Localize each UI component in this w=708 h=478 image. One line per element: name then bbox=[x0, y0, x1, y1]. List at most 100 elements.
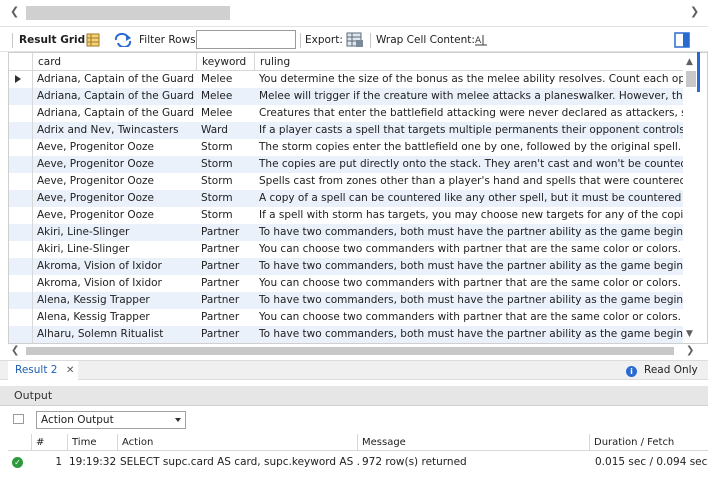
scrollbar-thumb[interactable] bbox=[686, 71, 696, 87]
cell-card[interactable]: Adriana, Captain of the Guard bbox=[33, 88, 197, 105]
cell-card[interactable]: Akiri, Line-Slinger bbox=[33, 241, 197, 258]
cell-card[interactable]: Akroma, Vision of Ixidor bbox=[33, 258, 197, 275]
cell-ruling[interactable]: The storm copies enter the battlefield o… bbox=[255, 139, 683, 156]
row-selector[interactable] bbox=[9, 292, 33, 309]
table-row[interactable]: Akroma, Vision of Ixidor Partner To have t… bbox=[9, 258, 683, 275]
table-row[interactable]: Akiri, Line-Slinger Partner To have two co… bbox=[9, 224, 683, 241]
cell-keyword[interactable]: Storm bbox=[197, 173, 255, 190]
chevron-down-icon[interactable] bbox=[175, 418, 181, 422]
cell-card[interactable]: Alharu, Solemn Ritualist bbox=[33, 326, 197, 343]
scrollbar-thumb[interactable] bbox=[26, 347, 674, 355]
row-selector[interactable] bbox=[9, 88, 33, 105]
cell-keyword[interactable]: Storm bbox=[197, 207, 255, 224]
row-selector[interactable] bbox=[9, 190, 33, 207]
tab-result-2[interactable]: Result 2 ✕ bbox=[8, 361, 78, 380]
table-row[interactable]: Akiri, Line-Slinger Partner You can choose… bbox=[9, 241, 683, 258]
cell-ruling[interactable]: You can choose two commanders with partn… bbox=[255, 309, 683, 326]
cell-ruling[interactable]: To have two commanders, both must have t… bbox=[255, 326, 683, 343]
output-column-action[interactable]: Action bbox=[118, 434, 358, 451]
cell-keyword[interactable]: Storm bbox=[197, 139, 255, 156]
output-row[interactable]: ✓ 1 19:19:32 SELECT supc.card AS card, s… bbox=[8, 452, 708, 472]
scroll-left-icon[interactable]: ❮ bbox=[11, 345, 19, 356]
cell-card[interactable]: Adriana, Captain of the Guard bbox=[33, 105, 197, 122]
toggle-panel-icon[interactable] bbox=[674, 27, 690, 53]
table-row[interactable]: Adriana, Captain of the Guard Melee Melee … bbox=[9, 88, 683, 105]
output-column-message[interactable]: Message bbox=[358, 434, 590, 451]
filter-rows-input[interactable] bbox=[196, 30, 296, 49]
row-selector[interactable] bbox=[9, 309, 33, 326]
cell-keyword[interactable]: Melee bbox=[197, 71, 255, 88]
table-row[interactable]: Aeve, Progenitor Ooze Storm The storm copi… bbox=[9, 139, 683, 156]
cell-ruling[interactable]: Melee will trigger if the creature with … bbox=[255, 88, 683, 105]
row-selector[interactable] bbox=[9, 258, 33, 275]
cell-ruling[interactable]: A copy of a spell can be countered like … bbox=[255, 190, 683, 207]
scroll-right-icon[interactable]: ❯ bbox=[686, 345, 694, 356]
table-row[interactable]: Alena, Kessig Trapper Partner You can choo… bbox=[9, 309, 683, 326]
cell-keyword[interactable]: Partner bbox=[197, 241, 255, 258]
cell-keyword[interactable]: Partner bbox=[197, 309, 255, 326]
cell-card[interactable]: Alena, Kessig Trapper bbox=[33, 309, 197, 326]
row-selector[interactable] bbox=[9, 71, 33, 88]
column-header-card[interactable]: card bbox=[33, 53, 197, 71]
cell-ruling[interactable]: The copies are put directly onto the sta… bbox=[255, 156, 683, 173]
cell-ruling[interactable]: If a player casts a spell that targets m… bbox=[255, 122, 683, 139]
scroll-right-icon[interactable]: ❯ bbox=[690, 5, 699, 18]
cell-keyword[interactable]: Storm bbox=[197, 190, 255, 207]
scroll-left-icon[interactable]: ❮ bbox=[10, 5, 19, 18]
cell-keyword[interactable]: Partner bbox=[197, 326, 255, 343]
table-row[interactable]: Adrix and Nev, Twincasters Ward If a playe… bbox=[9, 122, 683, 139]
row-selector[interactable] bbox=[9, 122, 33, 139]
grid-horizontal-scrollbar[interactable]: ❮ ❯ bbox=[8, 344, 698, 358]
table-row[interactable]: Aeve, Progenitor Ooze Storm Spells cast fr… bbox=[9, 173, 683, 190]
table-row[interactable]: Aeve, Progenitor Ooze Storm The copies are… bbox=[9, 156, 683, 173]
grid-vertical-scrollbar[interactable]: ▲ ▼ bbox=[683, 53, 699, 343]
table-row[interactable]: Adriana, Captain of the Guard Melee Creatu… bbox=[9, 105, 683, 122]
cell-card[interactable]: Aeve, Progenitor Ooze bbox=[33, 139, 197, 156]
export-icon[interactable] bbox=[346, 27, 364, 53]
cell-ruling[interactable]: If a spell with storm has targets, you m… bbox=[255, 207, 683, 224]
scroll-up-icon[interactable]: ▲ bbox=[686, 57, 693, 67]
cell-card[interactable]: Adrix and Nev, Twincasters bbox=[33, 122, 197, 139]
row-selector[interactable] bbox=[9, 275, 33, 292]
top-horizontal-scrollbar[interactable]: ❮ ❯ bbox=[0, 0, 708, 26]
cell-ruling[interactable]: You can choose two commanders with partn… bbox=[255, 241, 683, 258]
row-selector[interactable] bbox=[9, 139, 33, 156]
row-selector[interactable] bbox=[9, 156, 33, 173]
cell-keyword[interactable]: Storm bbox=[197, 156, 255, 173]
cell-keyword[interactable]: Melee bbox=[197, 105, 255, 122]
wrap-text-icon[interactable]: A bbox=[474, 27, 488, 53]
cell-ruling[interactable]: You determine the size of the bonus as t… bbox=[255, 71, 683, 88]
row-selector[interactable] bbox=[9, 173, 33, 190]
cell-card[interactable]: Aeve, Progenitor Ooze bbox=[33, 156, 197, 173]
row-selector[interactable] bbox=[9, 224, 33, 241]
close-icon[interactable]: ✕ bbox=[66, 361, 74, 380]
cell-card[interactable]: Aeve, Progenitor Ooze bbox=[33, 173, 197, 190]
cell-card[interactable]: Aeve, Progenitor Ooze bbox=[33, 207, 197, 224]
column-header-ruling[interactable]: ruling bbox=[255, 53, 683, 71]
refresh-icon[interactable] bbox=[114, 27, 132, 53]
cell-keyword[interactable]: Partner bbox=[197, 275, 255, 292]
cell-ruling[interactable]: To have two commanders, both must have t… bbox=[255, 258, 683, 275]
output-type-select[interactable]: Action Output bbox=[36, 411, 186, 429]
cell-ruling[interactable]: Creatures that enter the battlefield att… bbox=[255, 105, 683, 122]
table-row[interactable]: Aeve, Progenitor Ooze Storm If a spell wit… bbox=[9, 207, 683, 224]
output-column-duration[interactable]: Duration / Fetch bbox=[590, 434, 708, 451]
table-row[interactable]: Adriana, Captain of the Guard Melee You de… bbox=[9, 71, 683, 88]
result-grid-button[interactable]: Result Grid bbox=[19, 27, 85, 53]
cell-card[interactable]: Akroma, Vision of Ixidor bbox=[33, 275, 197, 292]
table-row[interactable]: Alena, Kessig Trapper Partner To have two … bbox=[9, 292, 683, 309]
table-row[interactable]: Akroma, Vision of Ixidor Partner You can c… bbox=[9, 275, 683, 292]
row-selector[interactable] bbox=[9, 207, 33, 224]
cell-keyword[interactable]: Partner bbox=[197, 258, 255, 275]
row-selector[interactable] bbox=[9, 241, 33, 258]
cell-ruling[interactable]: To have two commanders, both must have t… bbox=[255, 292, 683, 309]
row-selector[interactable] bbox=[9, 105, 33, 122]
table-row[interactable]: Alharu, Solemn Ritualist Partner To have t… bbox=[9, 326, 683, 343]
cell-ruling[interactable]: Spells cast from zones other than a play… bbox=[255, 173, 683, 190]
cell-card[interactable]: Aeve, Progenitor Ooze bbox=[33, 190, 197, 207]
output-column-time[interactable]: Time bbox=[68, 434, 118, 451]
column-header-keyword[interactable]: keyword bbox=[197, 53, 255, 71]
output-column-num[interactable]: # bbox=[32, 434, 68, 451]
cell-ruling[interactable]: To have two commanders, both must have t… bbox=[255, 224, 683, 241]
cell-keyword[interactable]: Ward bbox=[197, 122, 255, 139]
